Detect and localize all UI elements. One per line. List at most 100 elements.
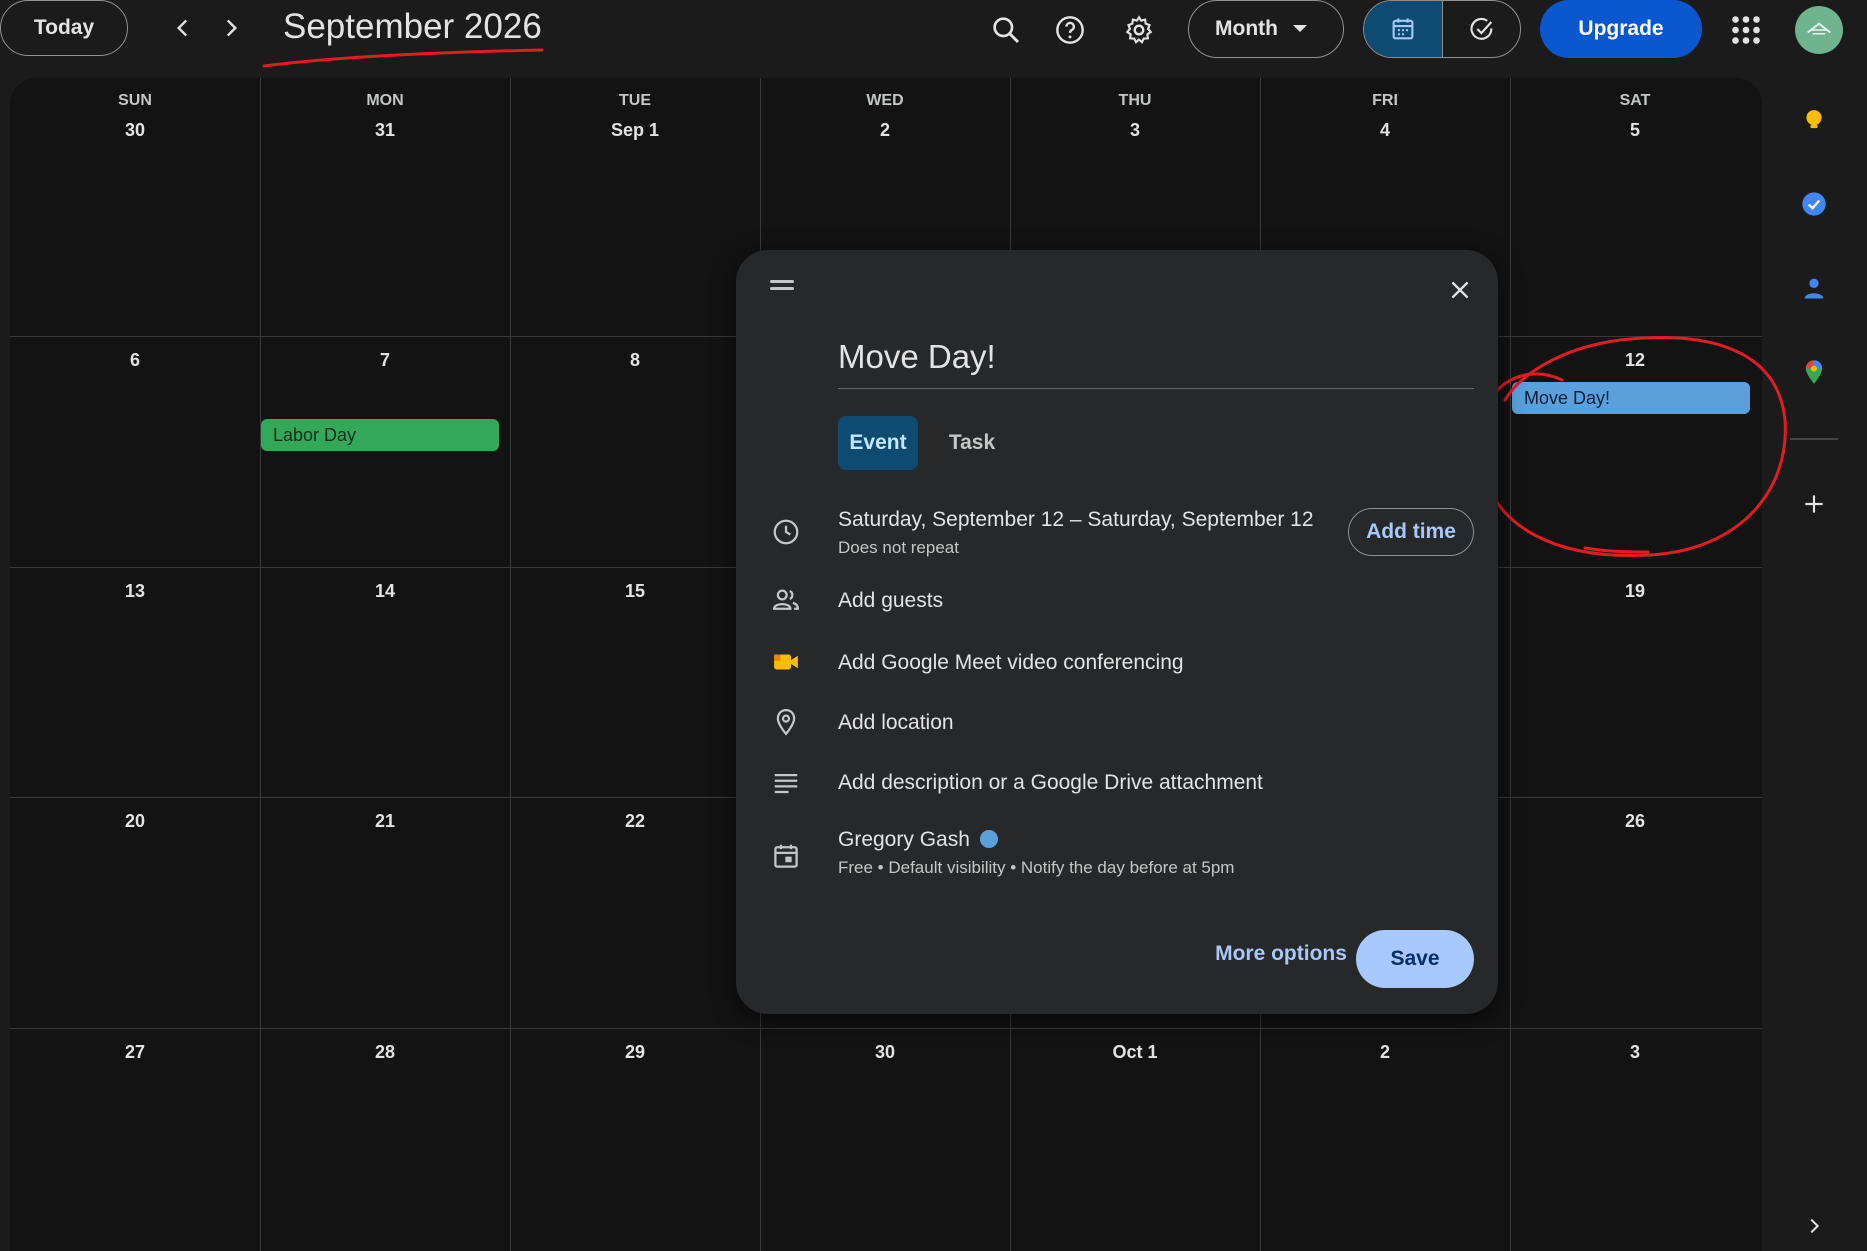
day-number[interactable]: 3: [1510, 1042, 1760, 1063]
chevron-right-icon: [1810, 1218, 1820, 1234]
maps-button[interactable]: [1794, 352, 1834, 392]
quick-event-dialog: Move Day! Event Task Saturday, September…: [736, 250, 1498, 1014]
google-meet-icon: [768, 644, 804, 680]
add-guests-field[interactable]: Add guests: [838, 589, 943, 613]
settings-button[interactable]: [1117, 8, 1161, 52]
day-number[interactable]: 15: [510, 581, 760, 602]
calendar-owner-icon: [768, 838, 804, 874]
search-button[interactable]: [984, 8, 1028, 52]
weekday-header: SUN: [118, 92, 152, 109]
day-number[interactable]: 4: [1260, 120, 1510, 141]
contacts-button[interactable]: [1794, 268, 1834, 308]
top-bar: Today September 2026 Month Upgrade: [0, 0, 1867, 76]
weekday-header: MON: [366, 92, 404, 109]
event-date-range[interactable]: Saturday, September 12 – Saturday, Septe…: [838, 508, 1314, 532]
weekday-header: WED: [866, 92, 904, 109]
drag-handle-icon[interactable]: [770, 280, 794, 294]
day-number[interactable]: 22: [510, 811, 760, 832]
day-number[interactable]: 30: [760, 1042, 1010, 1063]
day-number[interactable]: 2: [1260, 1042, 1510, 1063]
account-avatar[interactable]: [1795, 6, 1843, 54]
plus-icon: [1805, 495, 1823, 513]
weekday-header: SAT: [1619, 92, 1651, 109]
event-title-input[interactable]: Move Day!: [838, 338, 1474, 389]
day-number[interactable]: 5: [1510, 120, 1760, 141]
day-number[interactable]: 14: [260, 581, 510, 602]
gear-icon: [1125, 15, 1153, 44]
tasks-button[interactable]: [1794, 184, 1834, 224]
day-number[interactable]: 29: [510, 1042, 760, 1063]
rail-divider: [1790, 438, 1838, 440]
keep-button[interactable]: [1794, 100, 1834, 140]
weekday-header: TUE: [619, 92, 651, 109]
calendar-icon: [1392, 18, 1414, 40]
next-month-button[interactable]: [213, 10, 249, 46]
search-icon: [993, 17, 1020, 44]
add-addon-button[interactable]: [1794, 484, 1834, 524]
lightbulb-icon: [1806, 110, 1822, 129]
add-location-field[interactable]: Add location: [838, 711, 954, 735]
apps-grid-icon[interactable]: [1728, 12, 1764, 48]
close-icon: [1451, 281, 1469, 299]
expand-panel-button[interactable]: [1794, 1206, 1834, 1246]
day-number[interactable]: 13: [10, 581, 260, 602]
month-title: September 2026: [283, 7, 542, 46]
chevron-right-icon: [226, 19, 238, 37]
view-selector-label: Month: [1215, 17, 1278, 40]
upgrade-button[interactable]: Upgrade: [1540, 0, 1702, 58]
tasks-view-toggle[interactable]: [1442, 1, 1520, 57]
day-number[interactable]: 8: [510, 350, 760, 371]
tasks-icon: [1802, 192, 1826, 216]
add-description-field[interactable]: Add description or a Google Drive attach…: [838, 771, 1263, 795]
event-chip-move-day[interactable]: Move Day!: [1512, 382, 1750, 414]
calendar-color-dot: [979, 830, 998, 848]
tab-task[interactable]: Task: [940, 416, 1004, 470]
calendar-tasks-toggle: [1363, 0, 1521, 58]
day-number[interactable]: 26: [1510, 811, 1760, 832]
day-number[interactable]: 3: [1010, 120, 1260, 141]
event-chip-labor-day[interactable]: Labor Day: [261, 419, 499, 451]
save-button[interactable]: Save: [1356, 930, 1474, 988]
day-number[interactable]: 20: [10, 811, 260, 832]
add-google-meet-button[interactable]: Add Google Meet video conferencing: [838, 651, 1184, 675]
close-button[interactable]: [1440, 270, 1480, 310]
description-lines-icon: [768, 764, 804, 800]
avatar-image-icon: [1807, 22, 1831, 35]
view-selector[interactable]: Month: [1188, 0, 1344, 58]
people-icon: [768, 582, 804, 618]
day-number[interactable]: 21: [260, 811, 510, 832]
task-check-icon: [1470, 17, 1492, 40]
day-number[interactable]: 7: [260, 350, 510, 371]
tab-event[interactable]: Event: [838, 416, 918, 470]
calendar-owner-selector[interactable]: Gregory Gash: [838, 828, 998, 852]
today-button[interactable]: Today: [0, 0, 128, 56]
day-number[interactable]: Oct 1: [1010, 1042, 1260, 1063]
help-button[interactable]: [1048, 8, 1092, 52]
day-number[interactable]: 31: [260, 120, 510, 141]
day-number[interactable]: 27: [10, 1042, 260, 1063]
day-number[interactable]: 6: [10, 350, 260, 371]
calendar-owner-name: Gregory Gash: [838, 828, 970, 851]
contacts-icon: [1804, 278, 1824, 299]
weekday-header: FRI: [1372, 92, 1398, 109]
weekday-header: THU: [1118, 92, 1152, 109]
clock-icon: [768, 514, 804, 550]
day-number[interactable]: 12: [1510, 350, 1760, 371]
day-number[interactable]: 30: [10, 120, 260, 141]
day-number[interactable]: 19: [1510, 581, 1760, 602]
add-time-button[interactable]: Add time: [1348, 508, 1474, 556]
day-number[interactable]: Sep 1: [510, 120, 760, 141]
previous-month-button[interactable]: [165, 10, 201, 46]
side-panel-rail: [1762, 76, 1867, 1251]
location-pin-icon: [768, 704, 804, 740]
day-number[interactable]: 28: [260, 1042, 510, 1063]
more-options-button[interactable]: More options: [1196, 930, 1366, 978]
calendar-settings-summary[interactable]: Free • Default visibility • Notify the d…: [838, 858, 1234, 878]
map-pin-icon: [1805, 360, 1823, 384]
chevron-left-icon: [176, 19, 188, 37]
repeat-setting[interactable]: Does not repeat: [838, 538, 959, 558]
calendar-view-toggle[interactable]: [1364, 1, 1442, 57]
day-number[interactable]: 2: [760, 120, 1010, 141]
help-icon: [1056, 16, 1084, 44]
caret-down-icon: [1293, 25, 1307, 32]
